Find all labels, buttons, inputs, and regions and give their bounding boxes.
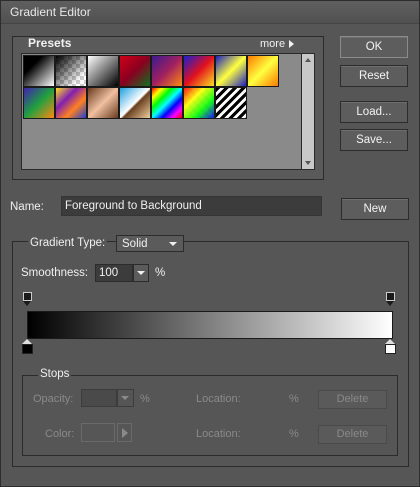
preset-transparent-rainbow[interactable] (183, 87, 215, 119)
opacity-stop-pointer (386, 301, 394, 306)
smoothness-unit: % (155, 267, 166, 279)
more-label: more (260, 38, 286, 50)
delete-color-stop-button[interactable]: Delete (318, 425, 387, 444)
color-location-unit: % (289, 428, 299, 440)
smoothness-slider-toggle[interactable] (133, 264, 149, 282)
preset-violet-green-orange[interactable] (23, 87, 55, 119)
preset-blue-red-yellow[interactable] (183, 55, 215, 87)
preset-black-white[interactable] (87, 55, 119, 87)
presets-scrollbar[interactable] (301, 53, 315, 170)
opacity-stop-right[interactable] (386, 292, 395, 306)
opacity-label: Opacity: (33, 393, 74, 405)
gradient-type-select[interactable]: Solid (116, 235, 184, 252)
preset-copper[interactable] (87, 87, 119, 119)
opacity-unit: % (140, 393, 150, 405)
gradient-type-label: Gradient Type: (28, 237, 108, 249)
more-presets-menu[interactable]: more (260, 38, 295, 50)
preset-foreground-to-transparent[interactable] (55, 55, 87, 87)
color-stop-left[interactable] (22, 339, 33, 355)
save-button[interactable]: Save... (340, 129, 408, 151)
delete-opacity-stop-button[interactable]: Delete (318, 390, 387, 409)
opacity-dropdown[interactable] (117, 389, 134, 407)
color-stop-swatch (385, 344, 396, 354)
ok-button[interactable]: OK (340, 36, 408, 58)
opacity-location-unit: % (289, 393, 299, 405)
load-button[interactable]: Load... (340, 101, 408, 123)
scroll-up-icon[interactable] (305, 58, 311, 62)
color-stop-right[interactable] (385, 339, 396, 355)
opacity-stop-box (386, 292, 395, 301)
name-input[interactable]: Foreground to Background (61, 196, 322, 216)
preset-blue-yellow-blue[interactable] (215, 55, 247, 87)
stops-label: Stops (38, 368, 72, 380)
presets-label: Presets (28, 36, 72, 50)
gradient-preview-bar[interactable] (27, 311, 393, 339)
presets-swatch-area (21, 53, 303, 170)
opacity-stop-box (23, 292, 32, 301)
chevron-down-icon (137, 271, 145, 275)
window-title: Gradient Editor (10, 5, 91, 19)
opacity-location-label: Location: (196, 393, 241, 405)
gradient-type-value: Solid (122, 238, 148, 250)
preset-red-green[interactable] (119, 55, 151, 87)
preset-spectrum[interactable] (151, 87, 183, 119)
stop-color-swatch[interactable] (81, 423, 115, 442)
smoothness-input[interactable]: 100 (95, 264, 133, 282)
opacity-input[interactable] (81, 389, 117, 407)
opacity-stop-left[interactable] (23, 292, 32, 306)
new-button[interactable]: New (341, 198, 409, 220)
preset-foreground-to-background[interactable] (23, 55, 55, 87)
title-bar: Gradient Editor (1, 1, 419, 24)
scroll-down-icon[interactable] (305, 161, 311, 165)
color-label: Color: (45, 428, 75, 440)
name-label: Name: (10, 201, 44, 213)
preset-yellow-violet-orange-blue[interactable] (55, 87, 87, 119)
color-menu-arrow-icon[interactable] (117, 423, 132, 442)
preset-transparent-stripes[interactable] (215, 87, 247, 119)
triangle-right-icon (289, 40, 295, 49)
opacity-stop-pointer (23, 301, 31, 306)
chevron-down-icon (169, 242, 177, 246)
preset-violet-orange[interactable] (151, 55, 183, 87)
reset-button[interactable]: Reset (340, 65, 408, 87)
chevron-down-icon (121, 396, 129, 400)
color-stop-swatch (22, 344, 33, 354)
color-location-label: Location: (196, 428, 241, 440)
preset-chrome[interactable] (119, 87, 151, 119)
smoothness-label: Smoothness: (21, 267, 89, 279)
preset-orange-yellow-orange[interactable] (247, 55, 279, 87)
